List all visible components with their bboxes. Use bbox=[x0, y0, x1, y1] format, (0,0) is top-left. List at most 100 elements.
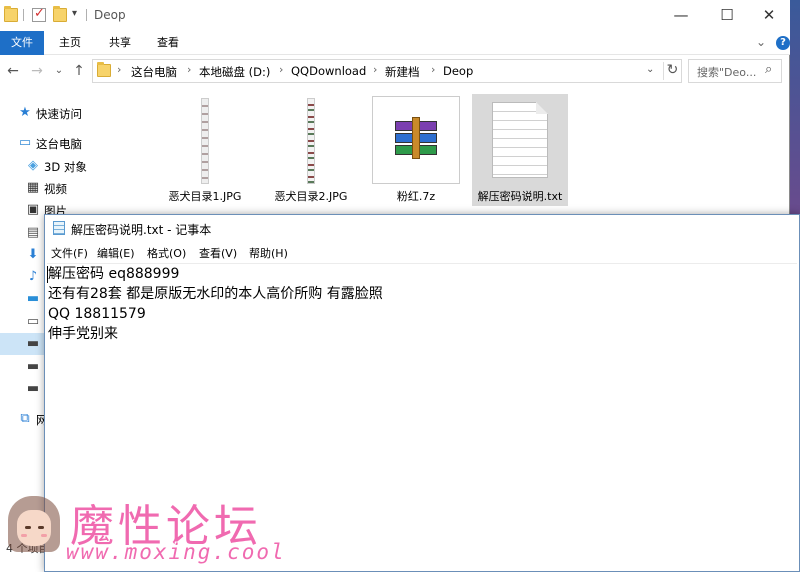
sidebar-item-label: 3D 对象 bbox=[44, 160, 87, 174]
watermark-url: www.moxing.cool bbox=[66, 540, 286, 564]
image-thumbnail-strip bbox=[201, 98, 209, 184]
search-placeholder: 搜索"Deo... bbox=[697, 66, 757, 79]
address-row: ← → ⌄ ↑ › 这台电脑 › 本地磁盘 (D:) › QQDownload … bbox=[0, 56, 790, 86]
search-input[interactable]: 搜索"Deo... ⌕ bbox=[688, 59, 782, 83]
chevron-down-icon[interactable]: ⌄ bbox=[646, 64, 654, 75]
menu-view[interactable]: 查看(V) bbox=[199, 245, 237, 261]
desktop-icon: ▬ bbox=[26, 291, 40, 306]
menu-format[interactable]: 格式(O) bbox=[147, 245, 186, 261]
menu-help[interactable]: 帮助(H) bbox=[249, 245, 288, 261]
tab-file[interactable]: 文件 bbox=[0, 31, 44, 55]
tab-share[interactable]: 共享 bbox=[100, 31, 140, 55]
folder-icon bbox=[4, 6, 18, 22]
expand-ribbon-icon[interactable]: ⌄ bbox=[756, 35, 766, 49]
explorer-titlebar: ▾ Deop — ☐ ✕ bbox=[0, 0, 790, 31]
picture-icon: ▣ bbox=[26, 202, 40, 217]
archive-icon bbox=[372, 96, 460, 184]
image-thumbnail-strip bbox=[307, 98, 315, 184]
avatar-eye bbox=[38, 526, 44, 529]
winrar-books-icon bbox=[395, 117, 437, 159]
chevron-right-icon[interactable]: › bbox=[431, 63, 435, 76]
tab-view[interactable]: 查看 bbox=[148, 31, 188, 55]
chevron-right-icon[interactable]: › bbox=[373, 63, 377, 76]
sidebar-item-quick-access[interactable]: ★ 快速访问 bbox=[0, 102, 140, 124]
recent-locations-icon[interactable]: ⌄ bbox=[50, 61, 68, 81]
breadcrumb-new-folder[interactable]: 新建档 bbox=[385, 64, 420, 80]
star-icon: ★ bbox=[19, 105, 31, 120]
network-icon: ⧉ bbox=[20, 411, 30, 426]
back-arrow-icon[interactable]: ← bbox=[4, 61, 22, 81]
image-thumbnail bbox=[267, 96, 355, 184]
chevron-right-icon[interactable]: › bbox=[187, 63, 191, 76]
file-name: 粉红.7z bbox=[396, 190, 436, 203]
menu-file[interactable]: 文件(F) bbox=[51, 245, 88, 261]
image-thumbnail bbox=[161, 96, 249, 184]
avatar-blush bbox=[21, 534, 27, 537]
sidebar-item-3d-objects[interactable]: ◈ 3D 对象 bbox=[0, 155, 140, 177]
customize-toolbar-icon[interactable]: ▾ bbox=[72, 8, 77, 19]
film-icon: ▦ bbox=[26, 180, 40, 195]
window-title: Deop bbox=[94, 8, 126, 22]
file-item-jpg-2[interactable]: 恶犬目录2.JPG bbox=[263, 94, 359, 206]
music-note-icon: ♪ bbox=[28, 269, 38, 284]
breadcrumb-this-pc[interactable]: 这台电脑 bbox=[131, 64, 177, 80]
up-arrow-icon[interactable]: ↑ bbox=[70, 61, 88, 81]
download-arrow-icon: ⬇ bbox=[27, 247, 39, 262]
search-icon: ⌕ bbox=[765, 62, 773, 77]
menu-edit[interactable]: 编辑(E) bbox=[97, 245, 135, 261]
avatar-blush bbox=[41, 534, 47, 537]
text-line: 伸手党别来 bbox=[48, 326, 118, 342]
new-folder-icon[interactable] bbox=[53, 6, 67, 22]
file-list: 恶犬目录1.JPG 恶犬目录2.JPG 粉红.7z 解压密码说明.txt bbox=[145, 88, 785, 218]
sidebar-item-videos[interactable]: ▦ 视频 bbox=[0, 177, 140, 199]
file-name: 解压密码说明.txt bbox=[477, 190, 563, 203]
sidebar-item-label: 这台电脑 bbox=[36, 137, 82, 151]
help-icon[interactable]: ? bbox=[776, 36, 790, 50]
sidebar-item-this-pc[interactable]: ▭ 这台电脑 bbox=[0, 132, 140, 154]
chevron-right-icon[interactable]: › bbox=[279, 63, 283, 76]
drive-icon: ▬ bbox=[26, 336, 40, 351]
computer-icon: ▭ bbox=[18, 135, 32, 150]
text-line: 还有有28套 都是原版无水印的本人高价所购 有露脸照 bbox=[48, 286, 383, 302]
drive-icon: ▭ bbox=[26, 314, 40, 329]
avatar-eye bbox=[25, 526, 31, 529]
toolbar-separator bbox=[23, 9, 24, 21]
cube-icon: ◈ bbox=[28, 158, 38, 173]
watermark-avatar bbox=[8, 496, 60, 556]
notepad-menubar: 文件(F) 编辑(E) 格式(O) 查看(V) 帮助(H) bbox=[45, 241, 799, 263]
maximize-icon[interactable]: ☐ bbox=[704, 0, 750, 31]
avatar-face bbox=[17, 510, 51, 546]
sidebar-item-label: 快速访问 bbox=[36, 107, 82, 121]
tab-home[interactable]: 主页 bbox=[50, 31, 90, 55]
address-bar[interactable]: › 这台电脑 › 本地磁盘 (D:) › QQDownload › 新建档 › … bbox=[92, 59, 682, 83]
text-page-icon bbox=[492, 102, 548, 178]
folder-icon bbox=[97, 62, 111, 77]
drive-icon: ▬ bbox=[26, 359, 40, 374]
minimize-icon[interactable]: — bbox=[658, 0, 704, 31]
file-item-txt[interactable]: 解压密码说明.txt bbox=[472, 94, 568, 206]
text-file-icon bbox=[476, 96, 564, 184]
file-item-jpg-1[interactable]: 恶犬目录1.JPG bbox=[157, 94, 253, 206]
archive-strap bbox=[412, 117, 420, 159]
file-name: 恶犬目录1.JPG bbox=[168, 190, 242, 203]
text-line: 解压密码 eq888999 bbox=[48, 266, 180, 282]
notepad-icon bbox=[53, 221, 65, 235]
file-name: 恶犬目录2.JPG bbox=[274, 190, 348, 203]
toolbar-separator bbox=[86, 9, 87, 21]
text-line: QQ 18811579 bbox=[48, 306, 146, 322]
refresh-icon[interactable]: ↻ bbox=[663, 62, 681, 80]
file-item-archive[interactable]: 粉红.7z bbox=[368, 94, 464, 206]
close-icon[interactable]: ✕ bbox=[746, 0, 792, 31]
ribbon-tabs: 文件 主页 共享 查看 ⌄ bbox=[0, 31, 790, 55]
breadcrumb-drive-d[interactable]: 本地磁盘 (D:) bbox=[199, 64, 270, 80]
breadcrumb-qqdownload[interactable]: QQDownload bbox=[291, 64, 366, 78]
document-icon: ▤ bbox=[26, 225, 40, 240]
notepad-titlebar: 解压密码说明.txt - 记事本 bbox=[45, 215, 799, 241]
drive-icon: ▬ bbox=[26, 381, 40, 396]
notepad-title: 解压密码说明.txt - 记事本 bbox=[71, 223, 212, 237]
properties-icon[interactable] bbox=[32, 6, 46, 22]
chevron-right-icon[interactable]: › bbox=[117, 63, 121, 76]
sidebar-item-label: 视频 bbox=[44, 182, 67, 196]
breadcrumb-deop[interactable]: Deop bbox=[443, 64, 473, 78]
forward-arrow-icon[interactable]: → bbox=[28, 61, 46, 81]
